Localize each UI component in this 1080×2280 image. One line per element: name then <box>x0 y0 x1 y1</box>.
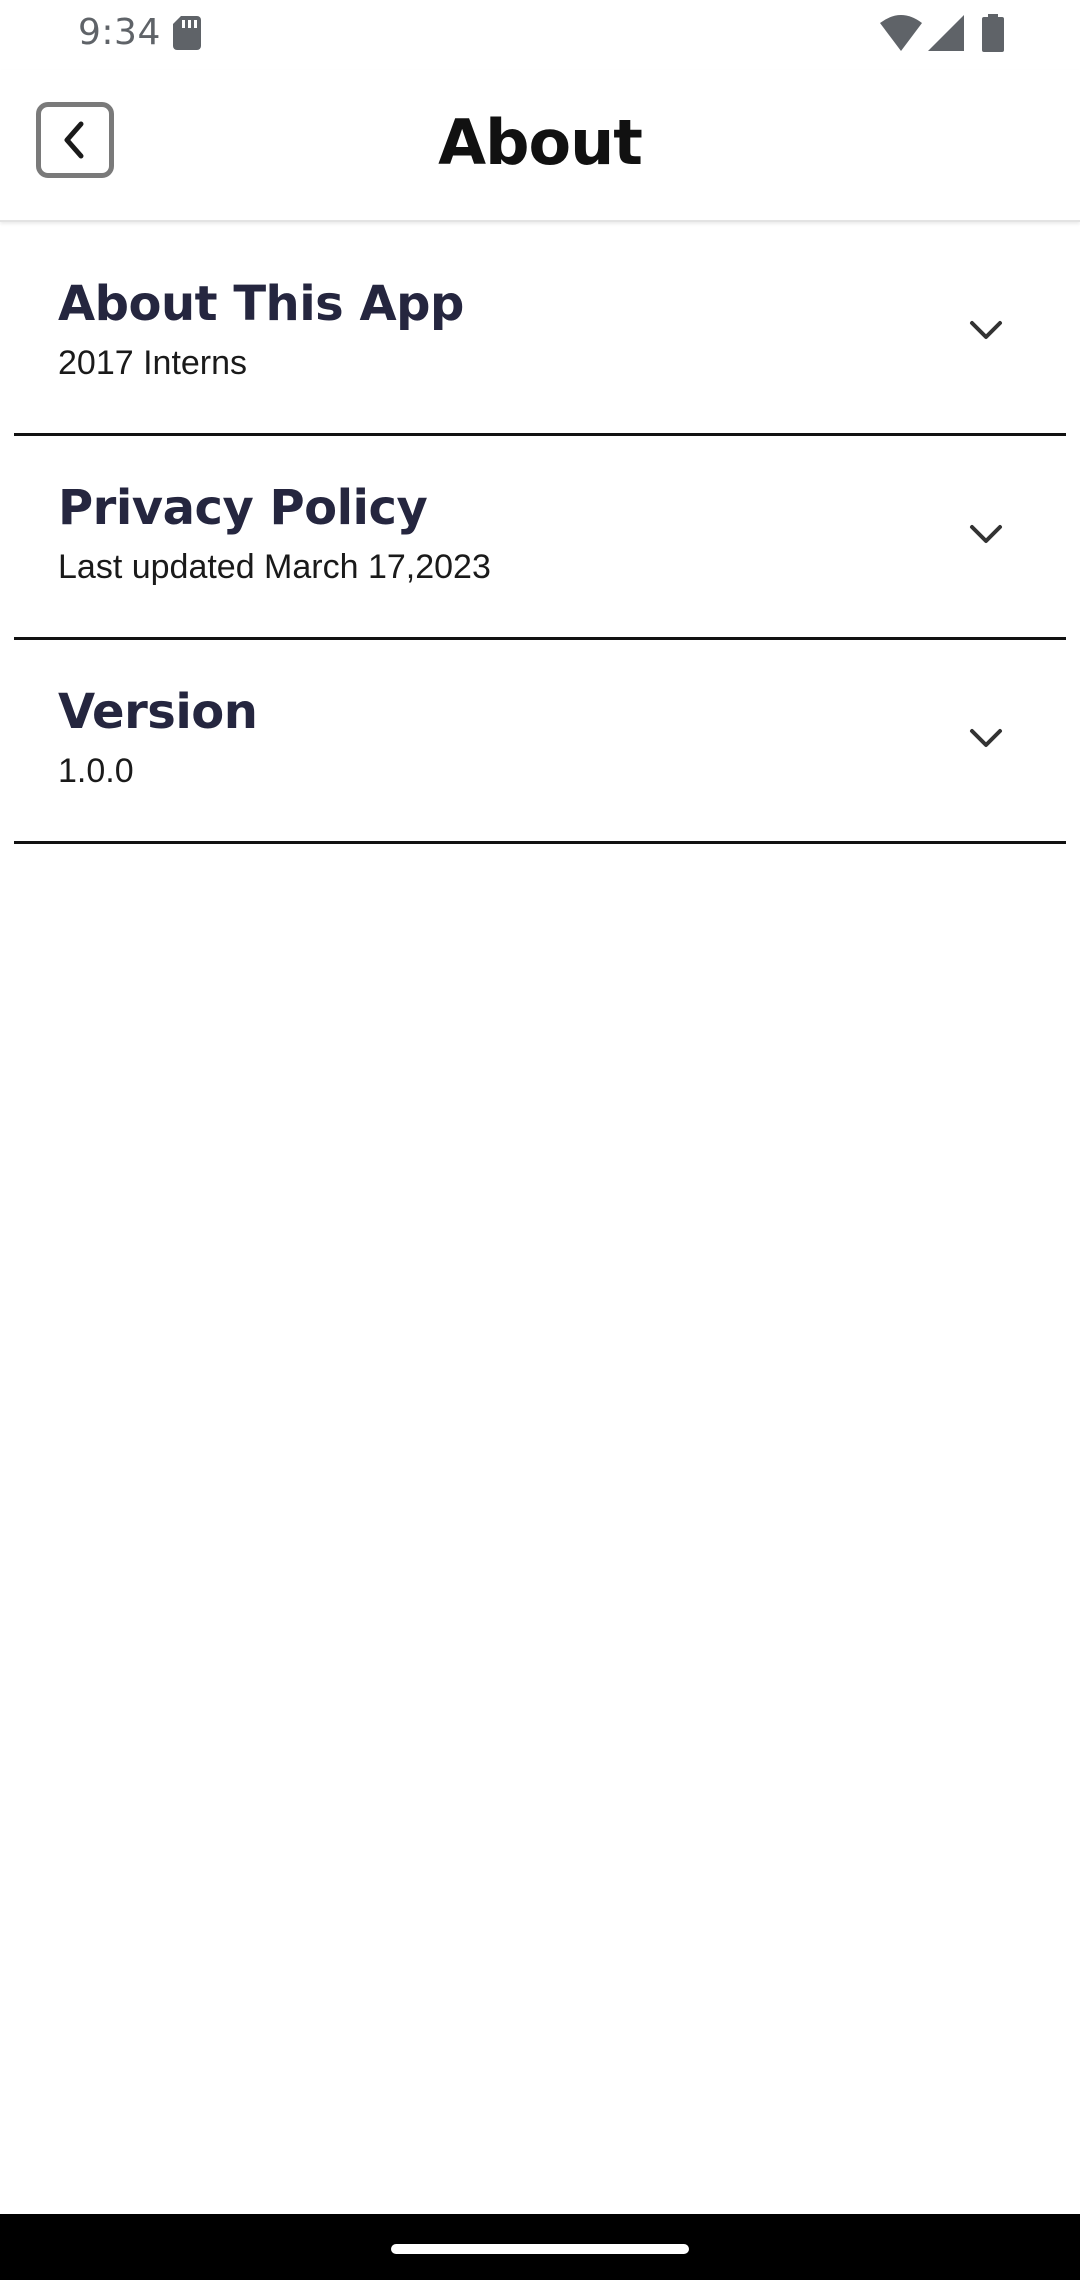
status-bar: 9:34 <box>0 0 1080 70</box>
accordion-privacy-policy[interactable]: Privacy Policy Last updated March 17,202… <box>14 436 1066 640</box>
section-subtitle: Last updated March 17,2023 <box>58 548 491 586</box>
accordion-about-this-app[interactable]: About This App 2017 Interns <box>14 232 1066 436</box>
section-subtitle: 1.0.0 <box>58 752 134 790</box>
chevron-down-icon[interactable] <box>966 724 1006 754</box>
wifi-icon <box>880 15 922 51</box>
navigation-bar <box>0 2214 1080 2280</box>
app-bar: About <box>0 70 1080 222</box>
section-title: Version <box>58 684 258 740</box>
section-subtitle: 2017 Interns <box>58 344 248 382</box>
accordion-list: About This App 2017 Interns Privacy Poli… <box>14 232 1066 844</box>
signal-icon <box>928 15 964 51</box>
chevron-down-icon[interactable] <box>966 520 1006 550</box>
status-time: 9:34 <box>78 12 161 53</box>
sd-card-icon <box>173 16 201 50</box>
section-title: About This App <box>58 276 464 332</box>
accordion-version[interactable]: Version 1.0.0 <box>14 640 1066 844</box>
home-indicator[interactable] <box>391 2244 689 2254</box>
chevron-down-icon[interactable] <box>966 316 1006 346</box>
section-title: Privacy Policy <box>58 480 428 536</box>
page-title: About <box>438 106 643 179</box>
battery-icon <box>982 14 1004 52</box>
